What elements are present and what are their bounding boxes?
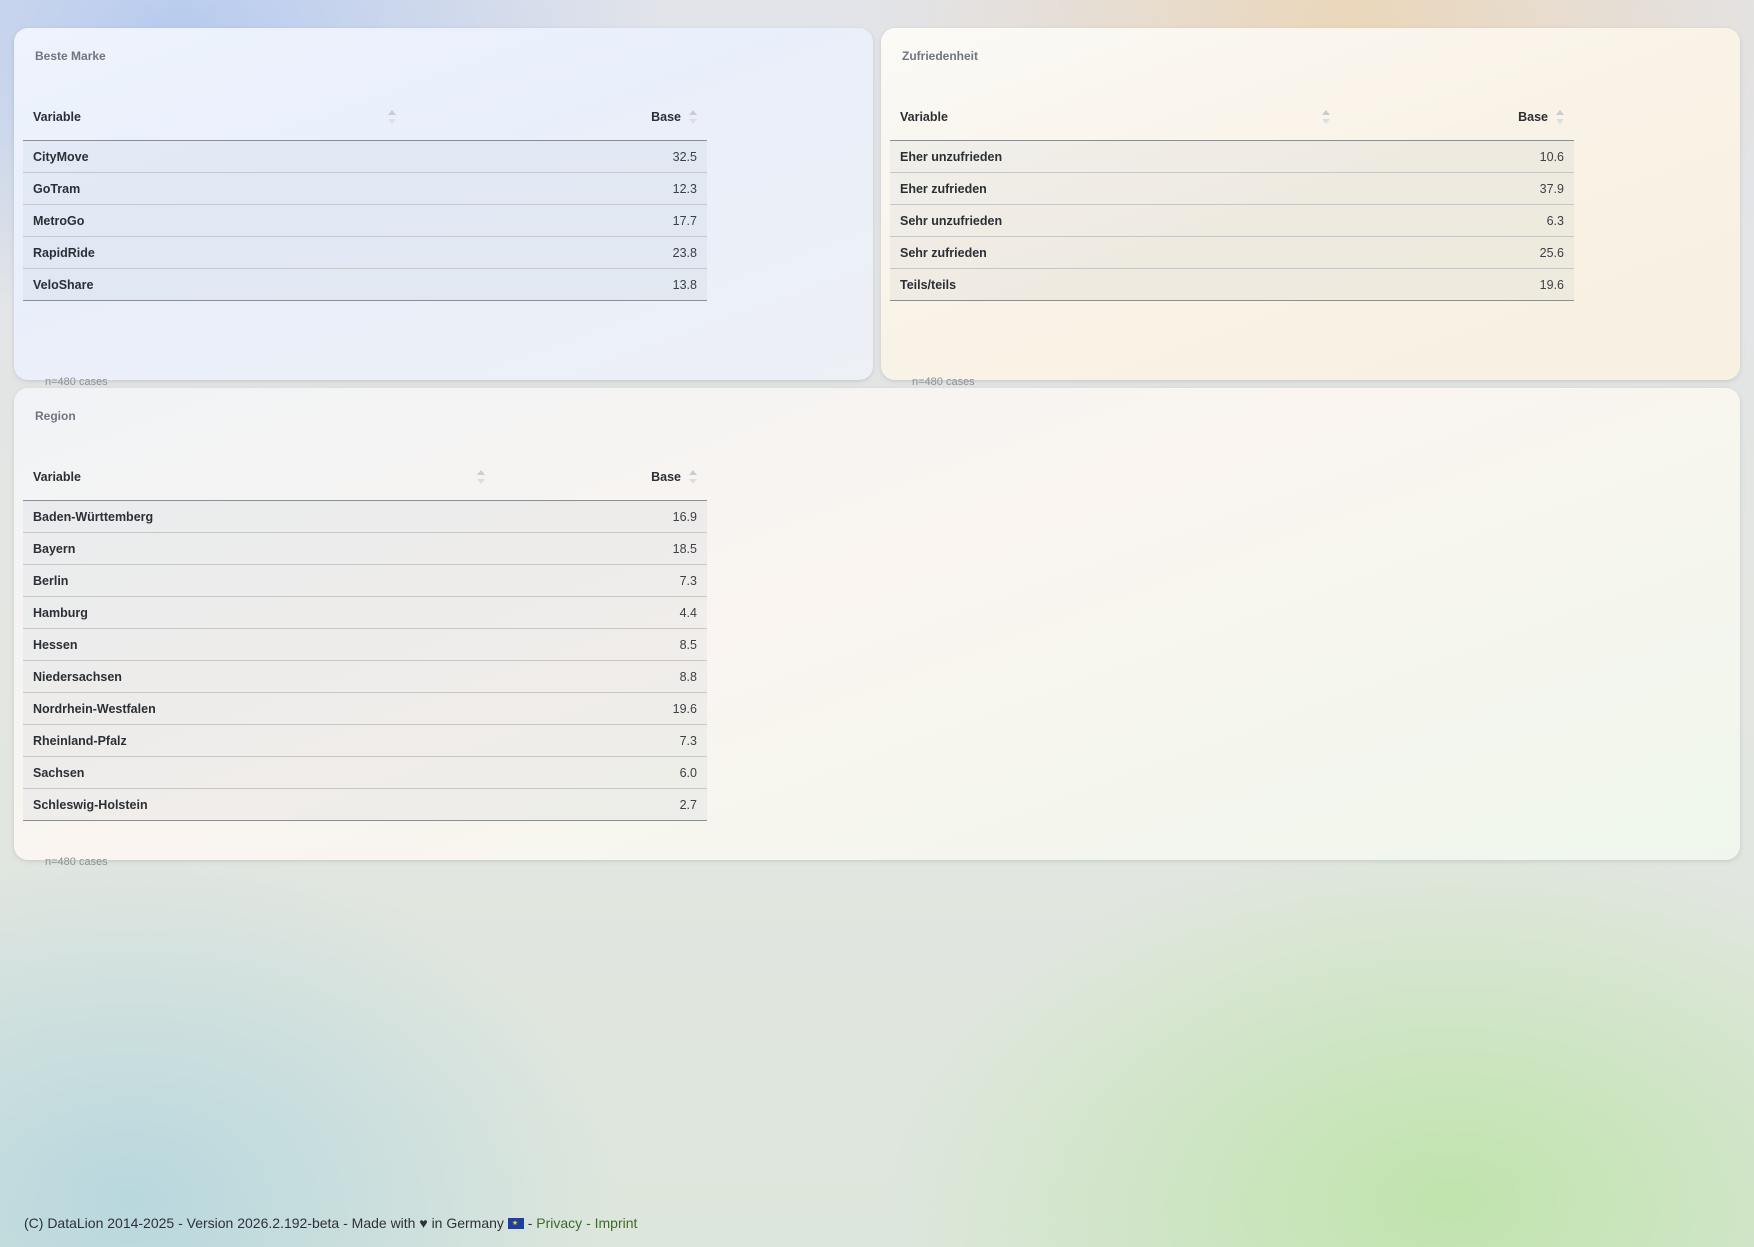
row-value: 12.3 (401, 172, 707, 205)
row-value: 19.6 (490, 692, 707, 725)
row-label: Hessen (23, 628, 491, 661)
case-count: n=480 cases (912, 376, 975, 388)
footer-separator: - (586, 1215, 591, 1231)
row-value: 32.5 (401, 140, 707, 173)
sort-icon[interactable] (689, 470, 697, 484)
column-header-label: Variable (33, 470, 81, 484)
panel-title: Beste Marke (35, 49, 106, 63)
table-row: GoTram 12.3 (23, 172, 707, 205)
sort-icon[interactable] (689, 110, 697, 124)
row-value: 8.8 (490, 660, 707, 693)
panel-title: Region (35, 409, 76, 423)
case-count: n=480 cases (45, 376, 108, 388)
row-label: RapidRide (23, 236, 402, 269)
case-count: n=480 cases (45, 856, 108, 868)
table-panel-zufriedenheit: Zufriedenheit Variable Base Eher unzufri… (881, 28, 1740, 380)
footer-separator: - (527, 1215, 533, 1231)
table-row: CityMove 32.5 (23, 140, 707, 173)
row-label: Schleswig-Holstein (23, 788, 491, 821)
table-row: VeloShare 13.8 (23, 268, 707, 301)
row-value: 17.7 (401, 204, 707, 237)
row-label: Sehr unzufrieden (890, 204, 1335, 237)
column-header-variable[interactable]: Variable (23, 454, 491, 501)
row-value: 10.6 (1334, 140, 1574, 173)
row-value: 23.8 (401, 236, 707, 269)
row-value: 25.6 (1334, 236, 1574, 269)
table-row: Sachsen 6.0 (23, 756, 707, 789)
sort-icon[interactable] (1556, 110, 1564, 124)
row-value: 18.5 (490, 532, 707, 565)
row-label: Bayern (23, 532, 491, 565)
column-header-label: Variable (33, 110, 81, 124)
imprint-link[interactable]: Imprint (595, 1215, 638, 1231)
heart-icon: ♥ (419, 1215, 428, 1231)
row-label: Sachsen (23, 756, 491, 789)
row-value: 19.6 (1334, 268, 1574, 301)
column-header-base[interactable]: Base (490, 454, 707, 501)
row-label: Eher zufrieden (890, 172, 1335, 205)
table-row: Nordrhein-Westfalen 19.6 (23, 692, 707, 725)
footer-copyright: (C) DataLion 2014-2025 - Version 2026.2.… (24, 1215, 416, 1231)
row-label: GoTram (23, 172, 402, 205)
row-value: 16.9 (490, 500, 707, 533)
row-label: Teils/teils (890, 268, 1335, 301)
column-header-label: Variable (900, 110, 948, 124)
table-panel-beste-marke: Beste Marke Variable Base CityMove 32.5 G… (14, 28, 873, 380)
row-value: 8.5 (490, 628, 707, 661)
row-value: 13.8 (401, 268, 707, 301)
table-row: Baden-Württemberg 16.9 (23, 500, 707, 533)
eu-flag-icon (507, 1218, 524, 1229)
row-label: Berlin (23, 564, 491, 597)
row-label: CityMove (23, 140, 402, 173)
row-value: 37.9 (1334, 172, 1574, 205)
row-value: 7.3 (490, 724, 707, 757)
table-panel-region: Region Variable Base Baden-Württemberg 16… (14, 388, 1740, 860)
table-row: Berlin 7.3 (23, 564, 707, 597)
column-header-base[interactable]: Base (401, 94, 707, 141)
footer-country: in Germany (431, 1215, 504, 1231)
table-row: Niedersachsen 8.8 (23, 660, 707, 693)
table-row: Hamburg 4.4 (23, 596, 707, 629)
data-table: Variable Base Eher unzufrieden 10.6 Eher … (890, 94, 1574, 301)
row-label: Hamburg (23, 596, 491, 629)
column-header-label: Base (651, 470, 681, 484)
table-row: Bayern 18.5 (23, 532, 707, 565)
sort-icon[interactable] (388, 110, 396, 124)
column-header-variable[interactable]: Variable (23, 94, 402, 141)
table-row: Teils/teils 19.6 (890, 268, 1574, 301)
panel-title: Zufriedenheit (902, 49, 979, 63)
table-row: Rheinland-Pfalz 7.3 (23, 724, 707, 757)
row-value: 4.4 (490, 596, 707, 629)
row-value: 6.0 (490, 756, 707, 789)
column-header-base[interactable]: Base (1334, 94, 1574, 141)
table-row: RapidRide 23.8 (23, 236, 707, 269)
row-label: Baden-Württemberg (23, 500, 491, 533)
data-table: Variable Base CityMove 32.5 GoTram 12.3 Me… (23, 94, 707, 301)
table-row: Hessen 8.5 (23, 628, 707, 661)
column-header-label: Base (1518, 110, 1548, 124)
sort-icon[interactable] (477, 470, 485, 484)
sort-icon[interactable] (1322, 110, 1330, 124)
data-table: Variable Base Baden-Württemberg 16.9 Baye… (23, 454, 707, 821)
footer: (C) DataLion 2014-2025 - Version 2026.2.… (24, 1215, 637, 1231)
privacy-link[interactable]: Privacy (536, 1215, 582, 1231)
table-row: Schleswig-Holstein 2.7 (23, 788, 707, 821)
table-row: Eher unzufrieden 10.6 (890, 140, 1574, 173)
row-label: MetroGo (23, 204, 402, 237)
table-row: Sehr unzufrieden 6.3 (890, 204, 1574, 237)
table-row: Sehr zufrieden 25.6 (890, 236, 1574, 269)
column-header-variable[interactable]: Variable (890, 94, 1335, 141)
table-row: Eher zufrieden 37.9 (890, 172, 1574, 205)
row-label: Nordrhein-Westfalen (23, 692, 491, 725)
row-value: 2.7 (490, 788, 707, 821)
column-header-label: Base (651, 110, 681, 124)
row-label: Rheinland-Pfalz (23, 724, 491, 757)
row-label: Niedersachsen (23, 660, 491, 693)
row-value: 6.3 (1334, 204, 1574, 237)
row-label: Eher unzufrieden (890, 140, 1335, 173)
row-value: 7.3 (490, 564, 707, 597)
table-row: MetroGo 17.7 (23, 204, 707, 237)
row-label: VeloShare (23, 268, 402, 301)
row-label: Sehr zufrieden (890, 236, 1335, 269)
